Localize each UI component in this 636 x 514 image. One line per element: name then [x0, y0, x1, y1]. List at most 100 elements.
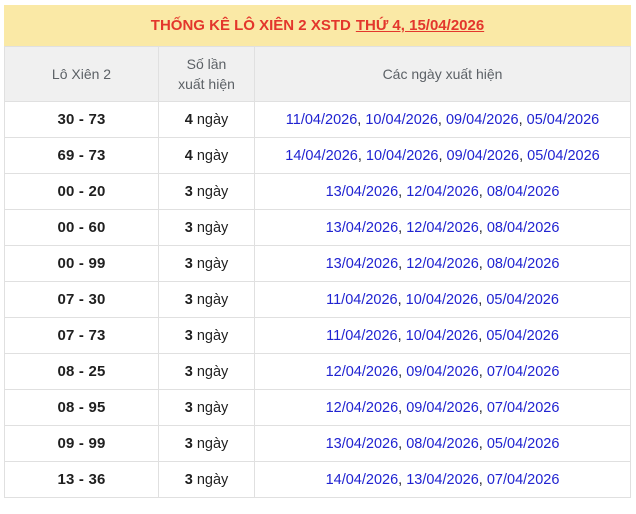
count-unit: ngày — [196, 327, 229, 344]
date-link[interactable]: 09/04/2026 — [406, 400, 479, 416]
dates-cell: 14/04/2026, 13/04/2026, 07/04/2026 — [254, 461, 631, 498]
count-unit: ngày — [196, 219, 229, 236]
pair-cell: 13 - 36 — [4, 461, 159, 498]
count-unit: ngày — [196, 435, 229, 452]
date-separator: , — [397, 327, 406, 344]
date-link[interactable]: 05/04/2026 — [487, 436, 560, 452]
date-link[interactable]: 05/04/2026 — [486, 328, 559, 344]
date-link[interactable]: 08/04/2026 — [487, 220, 560, 236]
date-link[interactable]: 14/04/2026 — [285, 148, 358, 164]
pair-cell: 09 - 99 — [4, 425, 159, 462]
date-link[interactable]: 10/04/2026 — [366, 148, 439, 164]
pair-cell: 00 - 20 — [4, 173, 159, 210]
count-cell: 3 ngày — [158, 461, 255, 498]
date-separator: , — [398, 255, 407, 272]
date-link[interactable]: 11/04/2026 — [286, 112, 358, 128]
date-separator: , — [478, 471, 487, 488]
page-title: THỐNG KÊ LÔ XIÊN 2 XSTD — [150, 17, 351, 34]
count-unit: ngày — [196, 399, 229, 416]
date-link[interactable]: 07/04/2026 — [487, 400, 560, 416]
table-row: 09 - 99 3 ngày 13/04/2026, 08/04/2026, 05/… — [4, 425, 631, 462]
date-separator: , — [398, 183, 407, 200]
dates-cell: 11/04/2026, 10/04/2026, 05/04/2026 — [254, 281, 631, 318]
dates-cell: 14/04/2026, 10/04/2026, 09/04/2026, 05/0… — [254, 137, 631, 174]
count-cell: 3 ngày — [158, 209, 255, 246]
count-number: 3 — [184, 399, 193, 416]
date-link[interactable]: 08/04/2026 — [487, 184, 560, 200]
date-link[interactable]: 05/04/2026 — [527, 112, 600, 128]
date-link[interactable]: 13/04/2026 — [326, 184, 399, 200]
table-row: 00 - 60 3 ngày 13/04/2026, 12/04/2026, 08/… — [4, 209, 631, 246]
date-link[interactable]: 08/04/2026 — [487, 256, 560, 272]
date-link[interactable]: 12/04/2026 — [406, 220, 479, 236]
date-link[interactable]: 09/04/2026 — [447, 148, 520, 164]
date-link[interactable]: 13/04/2026 — [406, 472, 479, 488]
date-link[interactable]: 14/04/2026 — [326, 472, 399, 488]
date-separator: , — [398, 219, 407, 236]
table-body: 30 - 73 4 ngày 11/04/2026, 10/04/2026, 09/… — [4, 101, 631, 498]
date-link[interactable]: 12/04/2026 — [406, 184, 479, 200]
count-cell: 3 ngày — [158, 353, 255, 390]
table-row: 08 - 25 3 ngày 12/04/2026, 09/04/2026, 07/… — [4, 353, 631, 390]
date-link[interactable]: 07/04/2026 — [487, 364, 560, 380]
date-link[interactable]: 05/04/2026 — [486, 292, 559, 308]
table-header-row: Lô Xiên 2 Số lần xuất hiện Các ngày xuất… — [4, 46, 631, 102]
table-title-banner: THỐNG KÊ LÔ XIÊN 2 XSTD THỨ 4, 15/04/202… — [4, 5, 631, 46]
date-link[interactable]: 07/04/2026 — [487, 472, 560, 488]
count-unit: ngày — [196, 291, 229, 308]
count-number: 3 — [184, 291, 193, 308]
date-separator: , — [398, 435, 407, 452]
date-link[interactable]: 10/04/2026 — [406, 328, 479, 344]
table-row: 30 - 73 4 ngày 11/04/2026, 10/04/2026, 09/… — [4, 101, 631, 138]
date-link[interactable]: 10/04/2026 — [406, 292, 479, 308]
pair-cell: 08 - 25 — [4, 353, 159, 390]
count-cell: 3 ngày — [158, 245, 255, 282]
date-separator: , — [518, 111, 527, 128]
col-header-pair: Lô Xiên 2 — [4, 46, 159, 102]
count-cell: 3 ngày — [158, 425, 255, 462]
date-separator: , — [478, 435, 487, 452]
date-link[interactable]: 09/04/2026 — [406, 364, 479, 380]
count-number: 3 — [184, 219, 193, 236]
title-date-link[interactable]: THỨ 4, 15/04/2026 — [356, 17, 484, 34]
pair-cell: 07 - 30 — [4, 281, 159, 318]
date-separator: , — [519, 147, 528, 164]
count-number: 4 — [184, 111, 193, 128]
count-unit: ngày — [196, 363, 229, 380]
date-link[interactable]: 05/04/2026 — [527, 148, 600, 164]
pair-cell: 69 - 73 — [4, 137, 159, 174]
dates-cell: 12/04/2026, 09/04/2026, 07/04/2026 — [254, 353, 631, 390]
date-link[interactable]: 12/04/2026 — [326, 364, 399, 380]
date-separator: , — [478, 183, 487, 200]
dates-cell: 13/04/2026, 12/04/2026, 08/04/2026 — [254, 173, 631, 210]
dates-cell: 12/04/2026, 09/04/2026, 07/04/2026 — [254, 389, 631, 426]
date-link[interactable]: 10/04/2026 — [365, 112, 438, 128]
col-header-dates: Các ngày xuất hiện — [254, 46, 631, 102]
date-link[interactable]: 12/04/2026 — [326, 400, 399, 416]
date-link[interactable]: 13/04/2026 — [326, 220, 399, 236]
count-cell: 4 ngày — [158, 101, 255, 138]
count-cell: 3 ngày — [158, 389, 255, 426]
count-unit: ngày — [196, 111, 229, 128]
count-number: 3 — [184, 435, 193, 452]
col-header-count: Số lần xuất hiện — [158, 46, 255, 102]
count-number: 3 — [184, 363, 193, 380]
date-link[interactable]: 11/04/2026 — [326, 328, 398, 344]
table-row: 13 - 36 3 ngày 14/04/2026, 13/04/2026, 07/… — [4, 461, 631, 498]
date-separator: , — [478, 363, 487, 380]
date-link[interactable]: 09/04/2026 — [446, 112, 519, 128]
date-link[interactable]: 11/04/2026 — [326, 292, 398, 308]
count-number: 3 — [184, 471, 193, 488]
date-link[interactable]: 12/04/2026 — [406, 256, 479, 272]
dates-cell: 13/04/2026, 08/04/2026, 05/04/2026 — [254, 425, 631, 462]
date-separator: , — [478, 255, 487, 272]
count-unit: ngày — [196, 183, 229, 200]
stats-table: Lô Xiên 2 Số lần xuất hiện Các ngày xuất… — [4, 46, 631, 498]
table-row: 00 - 99 3 ngày 13/04/2026, 12/04/2026, 08/… — [4, 245, 631, 282]
date-link[interactable]: 08/04/2026 — [406, 436, 479, 452]
date-separator: , — [398, 471, 407, 488]
date-link[interactable]: 13/04/2026 — [326, 256, 399, 272]
date-separator: , — [398, 363, 407, 380]
date-link[interactable]: 13/04/2026 — [326, 436, 399, 452]
dates-cell: 11/04/2026, 10/04/2026, 09/04/2026, 05/0… — [254, 101, 631, 138]
